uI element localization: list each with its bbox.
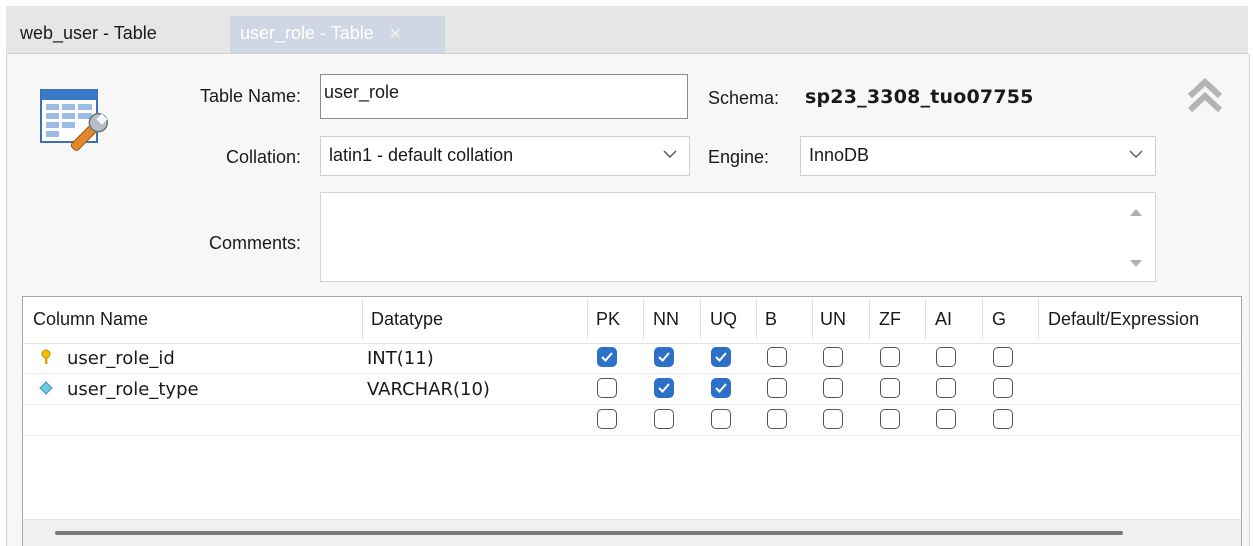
datatype-cell[interactable]: INT(11): [367, 348, 434, 369]
check-icon: [715, 383, 727, 393]
ai-checkbox[interactable]: [936, 378, 956, 398]
zf-checkbox[interactable]: [880, 409, 900, 429]
comments-label: Comments:: [208, 233, 301, 253]
header-un[interactable]: UN: [820, 309, 846, 330]
zf-checkbox[interactable]: [880, 347, 900, 367]
datatype-cell[interactable]: VARCHAR(10): [367, 379, 490, 400]
header-column-name[interactable]: Column Name: [33, 309, 148, 330]
un-checkbox[interactable]: [823, 409, 843, 429]
grid-header: Column Name Datatype PK NN UQ B UN ZF AI…: [23, 297, 1241, 344]
table-row[interactable]: user_role_type VARCHAR(10): [23, 374, 1241, 405]
collation-value: latin1 - default collation: [329, 145, 514, 165]
tab-user-role-table[interactable]: user_role - Table ✕: [230, 16, 445, 53]
diamond-icon: [39, 381, 53, 395]
schema-value: sp23_3308_tuo07755: [805, 86, 1034, 108]
scroll-down-arrow-icon[interactable]: [1129, 259, 1143, 269]
table-editor-panel: Table Name: user_role Schema: sp23_3308_…: [6, 54, 1250, 546]
pk-checkbox[interactable]: [597, 409, 617, 429]
table-row[interactable]: user_role_id INT(11): [23, 343, 1241, 374]
table-row[interactable]: [23, 405, 1241, 436]
ai-checkbox[interactable]: [936, 347, 956, 367]
b-checkbox[interactable]: [767, 347, 787, 367]
table-name-value: user_role: [324, 82, 400, 102]
header-nn[interactable]: NN: [653, 309, 679, 330]
header-pk[interactable]: PK: [596, 309, 620, 330]
collation-label: Collation:: [225, 147, 301, 167]
zf-checkbox[interactable]: [880, 378, 900, 398]
nn-checkbox[interactable]: [654, 347, 674, 367]
horizontal-scrollbar[interactable]: [23, 519, 1241, 546]
column-name-cell[interactable]: user_role_id: [67, 348, 175, 369]
b-checkbox[interactable]: [767, 409, 787, 429]
check-icon: [601, 352, 613, 362]
g-checkbox[interactable]: [993, 347, 1013, 367]
columns-grid: Column Name Datatype PK NN UQ B UN ZF AI…: [22, 296, 1242, 546]
double-chevron-up-icon[interactable]: [1185, 76, 1225, 116]
check-icon: [658, 383, 670, 393]
table-settings-icon: [40, 89, 109, 151]
collation-select[interactable]: latin1 - default collation: [320, 136, 690, 176]
chevron-down-icon: [1129, 150, 1143, 158]
header-datatype[interactable]: Datatype: [371, 309, 443, 330]
nn-checkbox[interactable]: [654, 409, 674, 429]
engine-label: Engine:: [707, 147, 769, 167]
header-zf[interactable]: ZF: [879, 309, 901, 330]
pk-checkbox[interactable]: [597, 378, 617, 398]
table-name-label: Table Name:: [199, 86, 301, 106]
close-icon[interactable]: ✕: [389, 26, 402, 43]
header-b[interactable]: B: [765, 309, 777, 330]
un-checkbox[interactable]: [823, 347, 843, 367]
scroll-up-arrow-icon[interactable]: [1129, 207, 1143, 217]
header-ai[interactable]: AI: [935, 309, 952, 330]
column-name-cell[interactable]: user_role_type: [67, 379, 199, 400]
table-name-input[interactable]: user_role: [320, 74, 688, 119]
key-icon: [41, 349, 51, 364]
pk-checkbox[interactable]: [597, 347, 617, 367]
tab-strip: web_user - Table user_role - Table ✕: [6, 6, 1248, 54]
nn-checkbox[interactable]: [654, 378, 674, 398]
uq-checkbox[interactable]: [711, 347, 731, 367]
comments-textarea[interactable]: [320, 192, 1156, 282]
header-default-expression[interactable]: Default/Expression: [1048, 309, 1199, 330]
b-checkbox[interactable]: [767, 378, 787, 398]
tab-label: web_user - Table: [20, 23, 157, 43]
g-checkbox[interactable]: [993, 378, 1013, 398]
engine-value: InnoDB: [809, 145, 870, 165]
chevron-down-icon: [663, 150, 677, 158]
scrollbar-thumb[interactable]: [55, 531, 1123, 535]
ai-checkbox[interactable]: [936, 409, 956, 429]
g-checkbox[interactable]: [993, 409, 1013, 429]
uq-checkbox[interactable]: [711, 378, 731, 398]
check-icon: [715, 352, 727, 362]
check-icon: [658, 352, 670, 362]
uq-checkbox[interactable]: [711, 409, 731, 429]
header-g[interactable]: G: [992, 309, 1006, 330]
tab-web-user-table[interactable]: web_user - Table: [14, 16, 224, 53]
schema-label: Schema:: [707, 88, 779, 108]
header-uq[interactable]: UQ: [710, 309, 737, 330]
engine-select[interactable]: InnoDB: [800, 136, 1156, 176]
tab-label: user_role - Table: [240, 23, 374, 43]
un-checkbox[interactable]: [823, 378, 843, 398]
